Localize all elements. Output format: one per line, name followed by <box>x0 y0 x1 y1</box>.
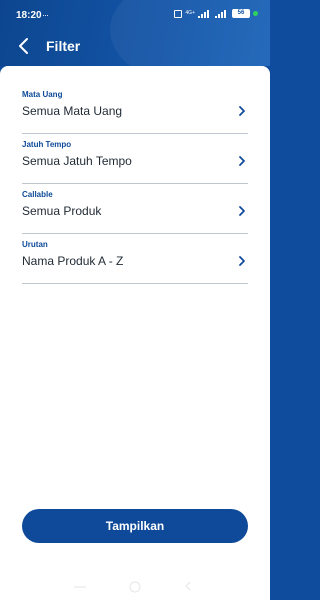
filter-value: Semua Jatuh Tempo <box>22 154 132 168</box>
nfc-icon <box>174 9 183 18</box>
filter-row-callable[interactable]: Callable Semua Produk <box>22 190 248 234</box>
status-time: 18:20 <box>16 10 42 21</box>
network-type: 4G+ <box>185 10 195 16</box>
back-arrow-icon[interactable] <box>16 36 32 56</box>
filter-value: Semua Produk <box>22 204 102 218</box>
filter-row-currency[interactable]: Mata Uang Semua Mata Uang <box>22 90 248 134</box>
back-nav-icon[interactable] <box>184 581 192 591</box>
notification-dots-icon: ··· <box>42 10 49 20</box>
signal-2-icon <box>215 9 229 18</box>
system-nav-bar <box>0 572 270 600</box>
recents-icon[interactable] <box>74 584 86 590</box>
page-title: Filter <box>46 38 81 54</box>
filter-label: Mata Uang <box>22 90 63 99</box>
signal-icon <box>198 9 212 18</box>
status-icons: 4G+ 56 <box>174 9 258 18</box>
filter-row-maturity[interactable]: Jatuh Tempo Semua Jatuh Tempo <box>22 140 248 184</box>
filter-value: Nama Produk A - Z <box>22 254 124 268</box>
chevron-right-icon <box>239 256 245 266</box>
filter-label: Callable <box>22 190 53 199</box>
filter-label: Urutan <box>22 240 48 249</box>
app-header: 18:20 ··· 4G+ 56 Filter <box>0 0 270 66</box>
privacy-dot-icon <box>253 11 258 16</box>
filter-value: Semua Mata Uang <box>22 104 123 118</box>
apply-button[interactable]: Tampilkan <box>22 509 248 543</box>
chevron-right-icon <box>239 156 245 166</box>
filter-row-sort[interactable]: Urutan Nama Produk A - Z <box>22 240 248 284</box>
filter-label: Jatuh Tempo <box>22 140 72 149</box>
home-icon[interactable] <box>128 581 142 593</box>
status-bar: 18:20 ··· 4G+ 56 <box>0 0 270 30</box>
filter-sheet: Mata Uang Semua Mata Uang Jatuh Tempo Se… <box>0 66 270 600</box>
battery-icon: 56 <box>232 9 250 18</box>
chevron-right-icon <box>239 106 245 116</box>
chevron-right-icon <box>239 206 245 216</box>
